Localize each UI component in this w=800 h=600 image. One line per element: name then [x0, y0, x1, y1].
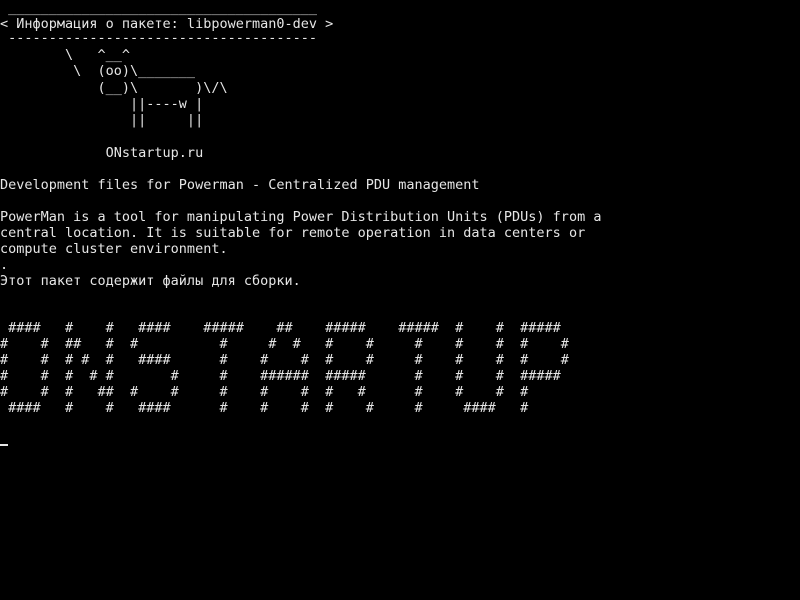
banner-line: # # ## # # # # # # # # # # # #	[0, 336, 569, 352]
banner-line: # # # # # # # ###### ##### # # # #####	[0, 368, 561, 384]
description-line: .	[0, 257, 9, 273]
text-cursor	[0, 444, 8, 446]
banner-line: # # # # # #### # # # # # # # # # #	[0, 352, 569, 368]
description-line: central location. It is suitable for rem…	[0, 225, 586, 241]
cow-line: || ||	[0, 112, 204, 128]
cowsay-border-bottom: --------------------------------------	[0, 30, 317, 46]
cow-line: ||----w |	[0, 96, 204, 112]
cow-line: \ (oo)\_______	[0, 63, 196, 79]
banner-line: #### # # #### # # # # # # #### #	[0, 400, 529, 416]
description-line: compute cluster environment.	[0, 241, 228, 257]
cow-line: \ ^__^	[0, 47, 131, 63]
cowsay-border-top: ______________________________________	[0, 0, 317, 16]
package-summary: Development files for Powerman - Central…	[0, 177, 480, 193]
banner-line: #### # # #### ##### ## ##### ##### # # #…	[0, 320, 561, 336]
description-line: Этот пакет содержит файлы для сборки.	[0, 273, 301, 289]
cow-line: (__)\ )\/\	[0, 80, 228, 96]
banner-line: # # # ## # # # # # # # # # # #	[0, 384, 529, 400]
site-name: ONstartup.ru	[0, 145, 204, 161]
terminal-screen[interactable]: ______________________________________ <…	[0, 0, 800, 600]
description-line: PowerMan is a tool for manipulating Powe…	[0, 209, 602, 225]
